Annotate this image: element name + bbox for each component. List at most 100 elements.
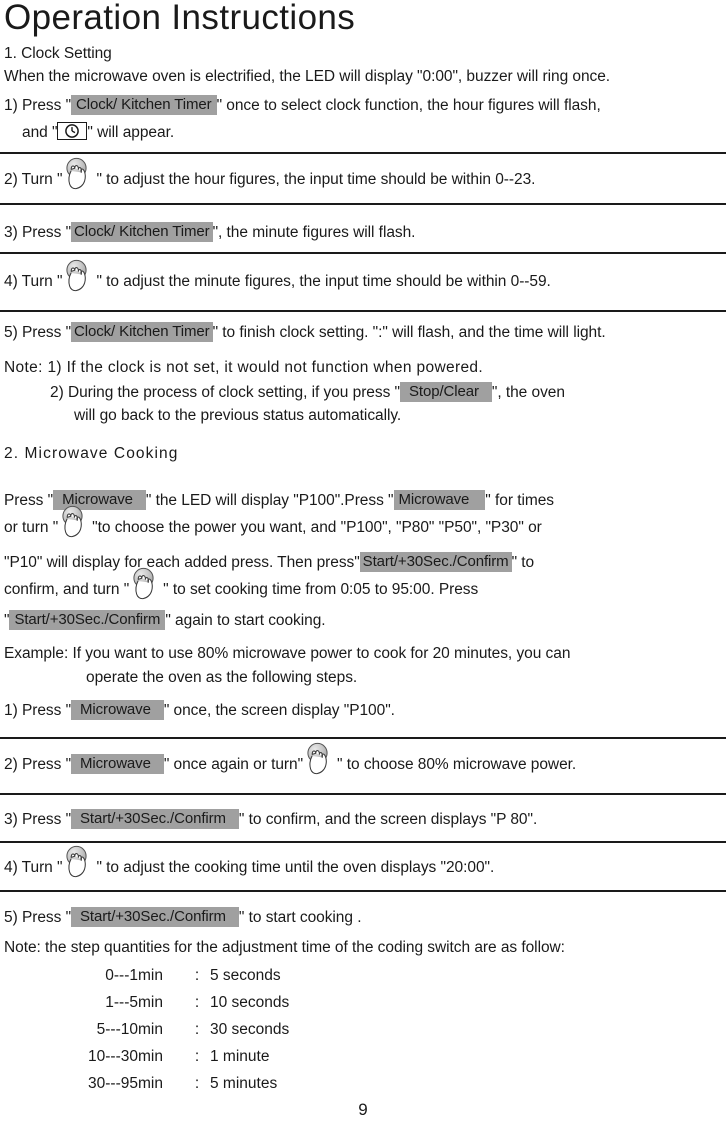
divider [0,252,726,254]
divider [0,737,726,739]
divider [0,793,726,795]
mw-p-text-b: " the LED will display "P100".Press " [145,492,394,509]
qty-value: 5 seconds [210,967,281,984]
step-quantity-table: 0---1 min : 5 seconds 1---5 min : 10 sec… [60,962,289,1097]
turn-knob-hand-icon [62,845,96,878]
clock-step-3-text-a: 3) Press " [4,224,72,241]
clock-note-2-text-a: 2) During the process of clock setting, … [50,384,400,401]
table-row: 5---10 min : 30 seconds [60,1016,290,1043]
table-row: 0---1 min : 5 seconds [60,962,289,989]
turn-knob-hand-icon [62,157,96,190]
qty-range: 0---1 [105,967,138,984]
mw-p-text-k: " again to start cooking. [165,612,326,629]
section-heading-microwave-cooking: 2. Microwave Cooking [4,445,179,462]
clock-step-1-text-a: 1) Press " [4,97,72,114]
mw-p-text-d: or turn " [4,519,59,536]
microwave-step-5: 5) Press " Start/+30Sec./Confirm " to star… [4,907,362,927]
qty-colon: : [194,1075,200,1092]
button-microwave[interactable]: Microwave [71,700,164,720]
qty-colon: : [194,967,200,984]
clock-step-2-text-b: " to adjust the hour figures, the input … [96,171,536,188]
button-start-confirm[interactable]: Start/+30Sec./Confirm [71,907,239,927]
clock-step-1-line-1: 1) Press " Clock/ Kitchen Timer " once to … [4,95,601,115]
clock-step-3: 3) Press " Clock/ Kitchen Timer ", the min… [4,222,415,242]
mw-s2-text-b: " once again or turn" [163,756,304,773]
clock-note-2-text-b: ", the oven [491,384,565,401]
section-heading-clock-setting: 1. Clock Setting [4,45,112,62]
qty-value: 10 seconds [210,994,290,1011]
divider [0,890,726,892]
mw-s1-text-b: " once, the screen display "P100". [163,702,395,719]
example-line-1: Example: If you want to use 80% microwav… [4,645,571,662]
microwave-paragraph-line-3: "P10" will display for each added press.… [4,552,534,572]
clock-icon [57,122,88,140]
clock-step-1-line-2: and " " will appear. [22,122,174,142]
mw-s5-text-b: " to start cooking . [238,909,362,926]
coding-switch-note-heading: Note: the step quantities for the adjust… [4,939,565,956]
button-clock-kitchen-timer[interactable]: Clock/ Kitchen Timer [71,322,213,342]
qty-unit: min [138,967,163,984]
mw-s5-text-a: 5) Press " [4,909,72,926]
qty-unit: min [138,1048,163,1065]
mw-p-text-h: confirm, and turn " [4,581,130,598]
example-line-2: operate the oven as the following steps. [86,669,358,686]
qty-value: 30 seconds [210,1021,290,1038]
microwave-step-4: 4) Turn " " to adjust the cooking time u… [4,845,495,878]
microwave-step-3: 3) Press " Start/+30Sec./Confirm " to conf… [4,809,537,829]
clock-step-3-text-b: ", the minute figures will flash. [212,224,416,241]
mw-s3-text-b: " to confirm, and the screen displays "P… [238,811,538,828]
clock-setting-intro: When the microwave oven is electrified, … [4,68,611,85]
qty-colon: : [194,1021,200,1038]
microwave-step-2: 2) Press " Microwave " once again or turn"… [4,742,577,775]
microwave-paragraph-line-2: or turn " "to choose the power you want,… [4,505,542,538]
qty-range: 5---10 [96,1021,138,1038]
mw-p-text-a: Press " [4,492,54,509]
manual-page: Operation Instructions 1. Clock Setting … [0,0,726,1128]
button-start-confirm[interactable]: Start/+30Sec./Confirm [359,552,512,572]
clock-step-5: 5) Press " Clock/ Kitchen Timer " to finis… [4,322,606,342]
mw-s4-text-b: " to adjust the cooking time until the o… [96,859,495,876]
turn-knob-hand-icon [58,505,92,538]
table-row: 10---30 min : 1 minute [60,1043,289,1070]
turn-knob-hand-icon [62,259,96,292]
qty-unit: min [138,994,163,1011]
page-title: Operation Instructions [4,0,356,37]
button-microwave[interactable]: Microwave [393,490,486,510]
qty-colon: : [194,994,200,1011]
turn-knob-hand-icon [303,742,337,775]
qty-range: 1---5 [105,994,138,1011]
clock-step-5-text-b: " to finish clock setting. ":" will flas… [212,324,606,341]
qty-value: 5 minutes [210,1075,278,1092]
clock-note-2-line-1: 2) During the process of clock setting, … [50,382,565,402]
clock-step-4-text-b: " to adjust the minute figures, the inpu… [96,273,551,290]
button-start-confirm[interactable]: Start/+30Sec./Confirm [9,610,166,630]
qty-colon: : [194,1048,200,1065]
divider [0,152,726,154]
mw-p-text-i: " to set cooking time from 0:05 to 95:00… [163,581,479,598]
divider [0,203,726,205]
qty-range: 30---95 [88,1075,138,1092]
mw-p-text-c: " for times [485,492,554,509]
clock-step-2-text-a: 2) Turn " [4,171,63,188]
mw-s3-text-a: 3) Press " [4,811,72,828]
mw-s2-text-c: " to choose 80% microwave power. [337,756,577,773]
button-clock-kitchen-timer[interactable]: Clock/ Kitchen Timer [71,95,217,115]
qty-unit: min [138,1075,163,1092]
button-stop-clear[interactable]: Stop/Clear [400,382,492,402]
mw-s1-text-a: 1) Press " [4,702,72,719]
mw-p-text-f: "P10" will display for each added press.… [4,554,360,571]
button-microwave[interactable]: Microwave [71,754,164,774]
clock-note-1: Note: 1) If the clock is not set, it wou… [4,359,484,376]
mw-p-text-e: "to choose the power you want, and "P100… [92,519,542,536]
clock-step-4: 4) Turn " " to adjust the minute figures… [4,259,551,292]
divider [0,841,726,843]
clock-step-4-text-a: 4) Turn " [4,273,63,290]
mw-s4-text-a: 4) Turn " [4,859,63,876]
qty-value: 1 minute [210,1048,270,1065]
divider [0,310,726,312]
button-start-confirm[interactable]: Start/+30Sec./Confirm [71,809,239,829]
clock-step-1-text-d: " will appear. [87,124,175,141]
qty-unit: min [138,1021,163,1038]
clock-step-1-text-b: " once to select clock function, the hou… [216,97,601,114]
button-clock-kitchen-timer[interactable]: Clock/ Kitchen Timer [71,222,213,242]
